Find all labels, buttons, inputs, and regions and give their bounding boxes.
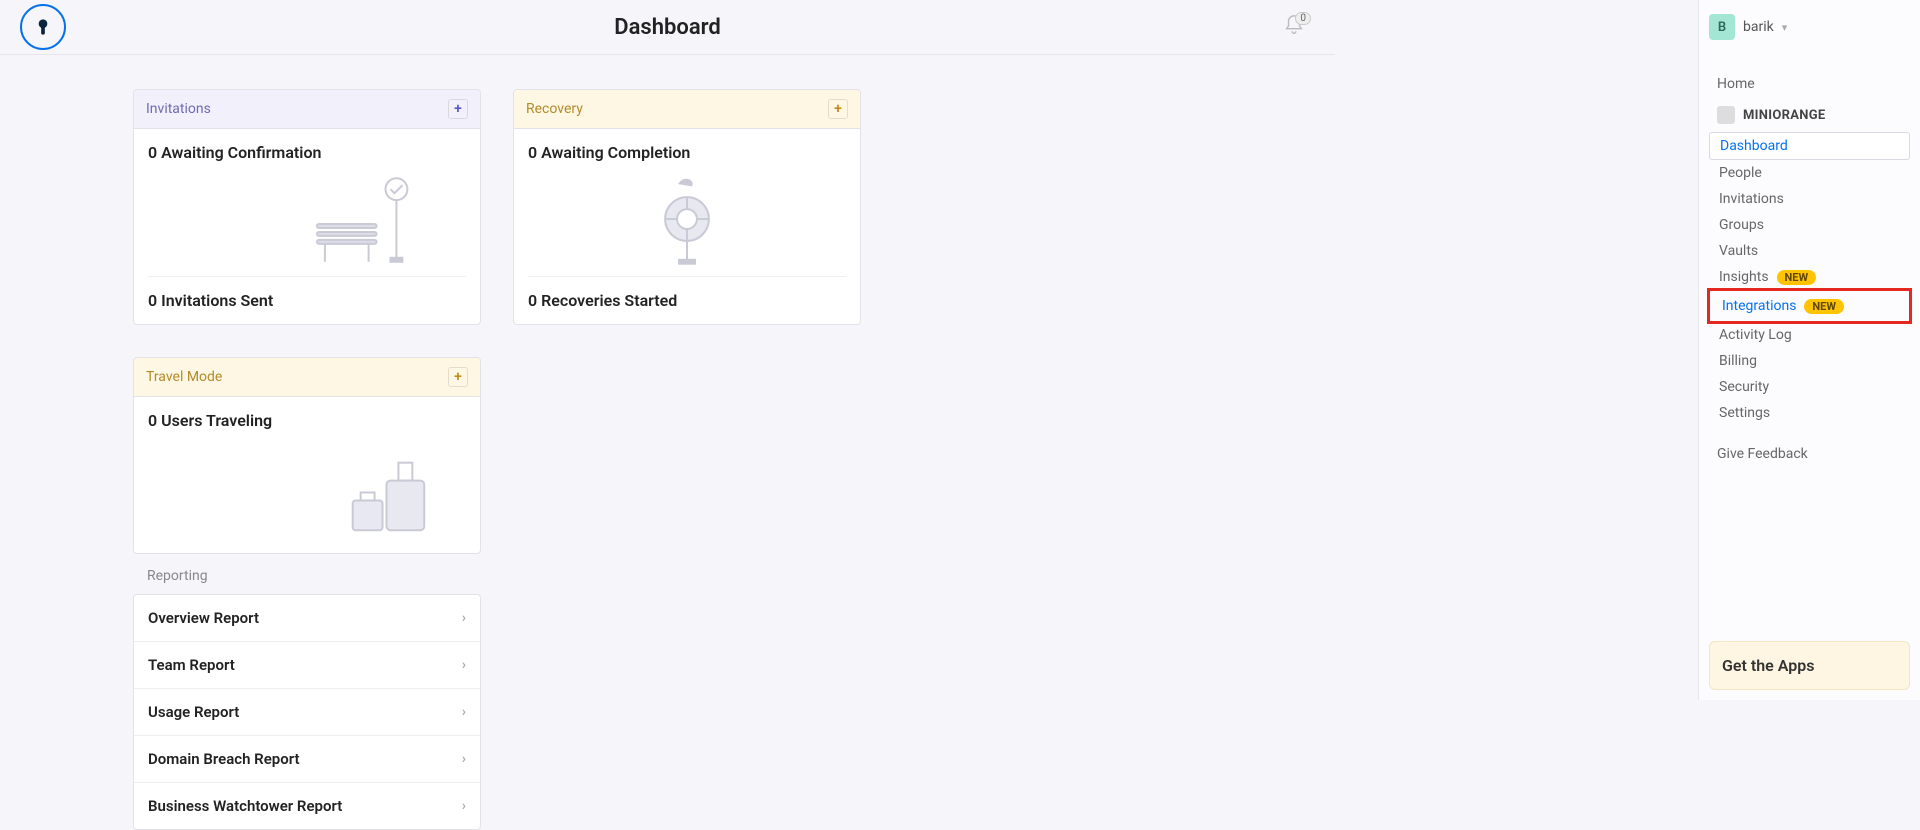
nav-security[interactable]: Security <box>1709 374 1910 400</box>
nav-integrations[interactable]: Integrations NEW <box>1712 293 1907 319</box>
chevron-right-icon: › <box>462 704 466 720</box>
org-header[interactable]: MINIORANGE <box>1709 98 1910 132</box>
invitations-sent: 0 Invitations Sent <box>134 277 480 324</box>
users-traveling: 0 Users Traveling <box>134 397 480 440</box>
nav-label: Insights <box>1719 269 1769 285</box>
nav-label: Billing <box>1719 353 1757 369</box>
sidebar: B barik ▾ Home MINIORANGE Dashboard Peop… <box>1698 0 1920 700</box>
chevron-right-icon: › <box>462 610 466 626</box>
give-feedback-link[interactable]: Give Feedback <box>1709 426 1910 462</box>
username: barik <box>1743 19 1774 35</box>
new-badge: NEW <box>1804 299 1844 314</box>
nav-label: Security <box>1719 379 1769 395</box>
report-label: Domain Breach Report <box>148 750 300 768</box>
report-label: Overview Report <box>148 609 259 627</box>
get-apps-card[interactable]: Get the Apps <box>1709 641 1910 690</box>
chevron-right-icon: › <box>462 657 466 673</box>
nav-settings[interactable]: Settings <box>1709 400 1910 426</box>
invitations-illustration <box>148 172 466 277</box>
app-logo[interactable] <box>20 4 66 50</box>
org-name: MINIORANGE <box>1743 108 1826 123</box>
main-content: Invitations + 0 Awaiting Confirmation 0 <box>0 55 1335 830</box>
report-label: Team Report <box>148 656 235 674</box>
recovery-header: Recovery + <box>514 90 860 129</box>
recovery-title: Recovery <box>526 101 583 117</box>
highlight-annotation: Integrations NEW <box>1707 288 1912 324</box>
recovery-awaiting: 0 Awaiting Completion <box>514 129 860 172</box>
travel-title: Travel Mode <box>146 369 222 385</box>
recovery-illustration <box>528 172 846 277</box>
add-invitation-button[interactable]: + <box>448 99 468 119</box>
chevron-down-icon: ▾ <box>1782 21 1788 34</box>
invitations-card: Invitations + 0 Awaiting Confirmation 0 <box>133 89 481 325</box>
topbar: Dashboard 0 <box>0 0 1335 55</box>
page-title: Dashboard <box>614 15 720 40</box>
nav-activity-log[interactable]: Activity Log <box>1709 322 1910 348</box>
nav-label: Activity Log <box>1719 327 1792 343</box>
reporting-title: Reporting <box>133 554 481 594</box>
nav-invitations[interactable]: Invitations <box>1709 186 1910 212</box>
domain-breach-report-link[interactable]: Domain Breach Report › <box>134 736 480 783</box>
nav-dashboard[interactable]: Dashboard <box>1709 132 1910 160</box>
nav-home[interactable]: Home <box>1709 70 1910 98</box>
add-travel-button[interactable]: + <box>448 367 468 387</box>
bench-icon <box>148 172 466 276</box>
user-menu[interactable]: B barik ▾ <box>1709 14 1910 40</box>
lifebuoy-icon <box>528 172 846 276</box>
overview-report-link[interactable]: Overview Report › <box>134 595 480 642</box>
keyhole-icon <box>30 14 56 40</box>
notifications-button[interactable]: 0 <box>1283 14 1311 36</box>
watchtower-report-link[interactable]: Business Watchtower Report › <box>134 783 480 829</box>
nav-label: Settings <box>1719 405 1770 421</box>
notification-count: 0 <box>1295 12 1311 25</box>
nav-label: Vaults <box>1719 243 1758 259</box>
nav-label: Integrations <box>1722 298 1796 314</box>
add-recovery-button[interactable]: + <box>828 99 848 119</box>
recoveries-started: 0 Recoveries Started <box>514 277 860 324</box>
travel-mode-card: Travel Mode + 0 Users Traveling <box>133 357 481 554</box>
recovery-card: Recovery + 0 Awaiting Completion 0 Recov <box>513 89 861 325</box>
invitations-header: Invitations + <box>134 90 480 129</box>
nav-groups[interactable]: Groups <box>1709 212 1910 238</box>
new-badge: NEW <box>1777 270 1817 285</box>
invitations-awaiting: 0 Awaiting Confirmation <box>134 129 480 172</box>
nav-label: People <box>1719 165 1762 181</box>
report-label: Business Watchtower Report <box>148 797 342 815</box>
invitations-title: Invitations <box>146 101 211 117</box>
chevron-right-icon: › <box>462 751 466 767</box>
avatar: B <box>1709 14 1735 40</box>
nav-vaults[interactable]: Vaults <box>1709 238 1910 264</box>
team-report-link[interactable]: Team Report › <box>134 642 480 689</box>
travel-illustration <box>148 440 466 545</box>
get-apps-label: Get the Apps <box>1722 656 1814 675</box>
luggage-icon <box>148 440 466 545</box>
nav-insights[interactable]: Insights NEW <box>1709 264 1910 290</box>
nav-label: Dashboard <box>1720 138 1788 154</box>
reporting-section: Reporting Overview Report › Team Report … <box>133 554 481 830</box>
travel-header: Travel Mode + <box>134 358 480 397</box>
usage-report-link[interactable]: Usage Report › <box>134 689 480 736</box>
nav-billing[interactable]: Billing <box>1709 348 1910 374</box>
report-label: Usage Report <box>148 703 239 721</box>
report-list: Overview Report › Team Report › Usage Re… <box>133 594 481 830</box>
org-icon <box>1717 106 1735 124</box>
nav-label: Groups <box>1719 217 1764 233</box>
nav-label: Invitations <box>1719 191 1784 207</box>
nav-people[interactable]: People <box>1709 160 1910 186</box>
chevron-right-icon: › <box>462 798 466 814</box>
